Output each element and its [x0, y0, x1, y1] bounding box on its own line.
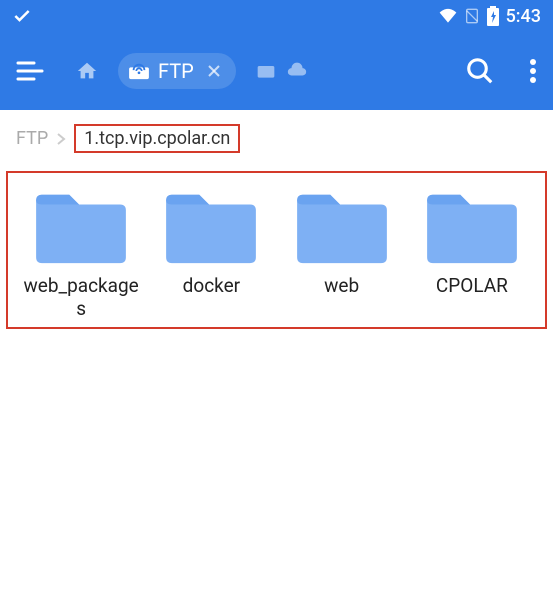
folder-grid-highlight: web_packages docker web CPOLAR: [6, 171, 547, 329]
status-left: [12, 6, 32, 26]
folder-grid: web_packages docker web CPOLAR: [16, 187, 537, 321]
search-button[interactable]: [465, 56, 495, 86]
wifi-icon: [438, 6, 458, 26]
menu-button[interactable]: [16, 59, 44, 83]
more-button[interactable]: [529, 58, 537, 84]
home-button[interactable]: [76, 60, 98, 82]
folder-label: docker: [183, 275, 240, 298]
folder-item[interactable]: CPOLAR: [407, 187, 537, 321]
ftp-icon: [128, 62, 150, 80]
app-header: FTP: [0, 32, 553, 110]
folder-label: CPOLAR: [436, 275, 508, 298]
breadcrumb: FTP 1.tcp.vip.cpolar.cn: [0, 110, 553, 163]
breadcrumb-current[interactable]: 1.tcp.vip.cpolar.cn: [74, 124, 240, 153]
folder-label: web_packages: [21, 275, 141, 321]
folder-icon: [32, 187, 130, 267]
folder-icon: [162, 187, 260, 267]
breadcrumb-root[interactable]: FTP: [16, 128, 48, 149]
chevron-right-icon: [56, 132, 66, 146]
folder-icon: [293, 187, 391, 267]
tab-label: FTP: [158, 59, 194, 83]
sim-icon: [464, 7, 480, 25]
storage-icon[interactable]: [256, 62, 276, 80]
battery-charging-icon: [486, 6, 500, 26]
tab-ftp[interactable]: FTP: [118, 53, 236, 89]
cloud-icon[interactable]: [286, 62, 308, 80]
folder-item[interactable]: web: [277, 187, 407, 321]
folder-item[interactable]: web_packages: [16, 187, 146, 321]
status-bar: 5:43: [0, 0, 553, 32]
folder-label: web: [324, 275, 359, 298]
inactive-tabs: [256, 62, 308, 80]
folder-item[interactable]: docker: [146, 187, 276, 321]
folder-icon: [423, 187, 521, 267]
status-right: 5:43: [438, 6, 541, 27]
tab-close-button[interactable]: [206, 63, 222, 79]
status-time: 5:43: [506, 6, 541, 27]
check-icon: [12, 6, 32, 26]
